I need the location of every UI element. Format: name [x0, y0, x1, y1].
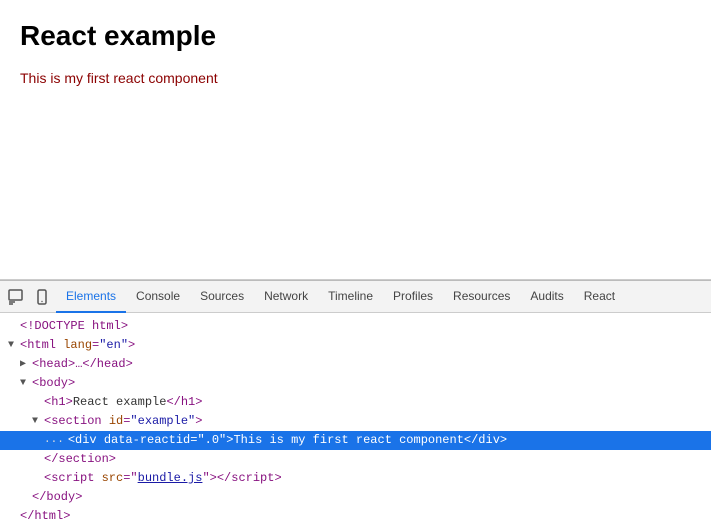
devtools-toolbar: Elements Console Sources Network Timelin… — [0, 281, 711, 313]
devtools-panel: Elements Console Sources Network Timelin… — [0, 280, 711, 527]
tab-timeline[interactable]: Timeline — [318, 281, 383, 313]
tab-react[interactable]: React — [574, 281, 625, 313]
tab-console[interactable]: Console — [126, 281, 190, 313]
tab-elements[interactable]: Elements — [56, 281, 126, 313]
mobile-icon[interactable] — [30, 285, 54, 309]
inspect-element-icon[interactable] — [4, 285, 28, 309]
dom-html-open[interactable]: <html lang="en"> — [0, 336, 711, 355]
dom-html-close[interactable]: </html> — [0, 507, 711, 526]
react-paragraph: This is my first react component — [20, 70, 691, 86]
dom-div-selected[interactable]: ...<div data-reactid=".0">This is my fir… — [0, 431, 711, 450]
main-content-area: React example This is my first react com… — [0, 0, 711, 280]
dom-h1[interactable]: <h1>React example</h1> — [0, 393, 711, 412]
tab-audits[interactable]: Audits — [520, 281, 573, 313]
tab-resources[interactable]: Resources — [443, 281, 520, 313]
dom-doctype[interactable]: <!DOCTYPE html> — [0, 317, 711, 336]
tab-sources[interactable]: Sources — [190, 281, 254, 313]
page-title: React example — [20, 20, 691, 52]
dom-head[interactable]: <head>…</head> — [0, 355, 711, 374]
dom-script[interactable]: <script src="bundle.js"></script> — [0, 469, 711, 488]
dom-section-open[interactable]: <section id="example"> — [0, 412, 711, 431]
dom-body-close[interactable]: </body> — [0, 488, 711, 507]
tab-network[interactable]: Network — [254, 281, 318, 313]
dom-section-close[interactable]: </section> — [0, 450, 711, 469]
dom-body-open[interactable]: <body> — [0, 374, 711, 393]
devtools-dom-content: <!DOCTYPE html> <html lang="en"> <head>…… — [0, 313, 711, 527]
tab-profiles[interactable]: Profiles — [383, 281, 443, 313]
